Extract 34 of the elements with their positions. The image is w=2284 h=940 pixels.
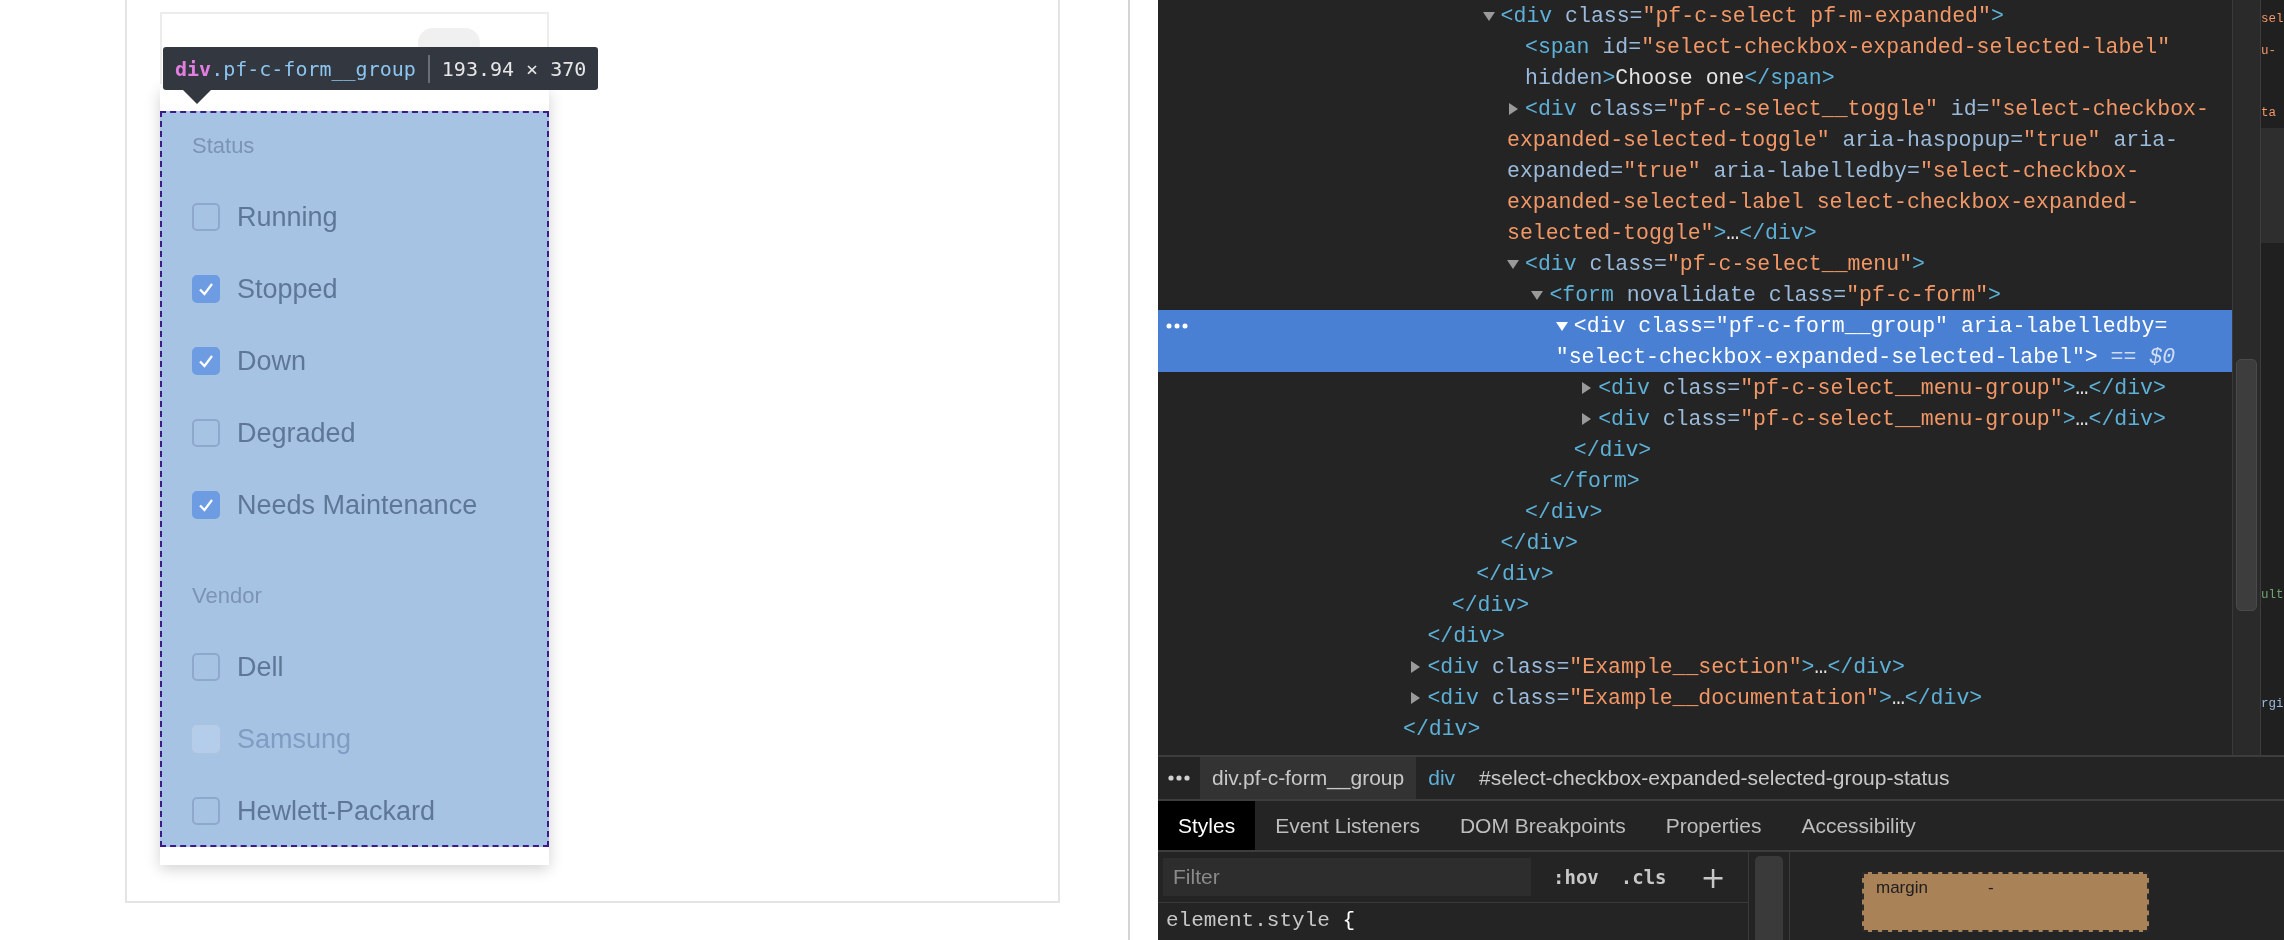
code-text: </div> — [1500, 530, 1578, 555]
code-text: ta — [2261, 105, 2277, 122]
code-text: expanded-selected-label select-checkbox-expanded- — [1507, 189, 2140, 214]
code-text: <div class="Example__section">…</div> — [1427, 654, 1905, 679]
code-text: <div class="pf-c-select__menu"> — [1525, 251, 1925, 276]
code-text: </div> — [1525, 499, 1603, 524]
code-text: <div class="pf-c-select pf-m-expanded"> — [1500, 3, 2004, 28]
code-text: </div> — [1427, 623, 1505, 648]
style-rule: element.style { — [1165, 908, 1357, 932]
code-text: <div class="Example__documentation">…</div> — [1427, 685, 1983, 710]
code-text: <div class="pf-c-form__group" aria-labelledby= — [1573, 313, 2168, 338]
code-text: <div class="pf-c-select__menu-group">…</div> — [1598, 406, 2166, 431]
code-text: hidden>Choose one</span> — [1525, 65, 1835, 90]
code-text: </div> — [1451, 592, 1530, 617]
code-text: <form novalidate class="pf-c-form"> — [1549, 282, 2001, 307]
code-text: ult — [2261, 587, 2284, 604]
code-text: <div class="pf-c-select__toggle" id="select-checkbox- — [1525, 96, 2209, 121]
element-selector: div.pf-c-form__group — [175, 56, 416, 81]
code-text: sel — [2261, 11, 2284, 28]
code-text: expanded="true" aria-labelledby="select-checkbox- — [1507, 158, 2140, 183]
code-text: "select-checkbox-expanded-selected-label"> == $0 — [1555, 344, 2176, 369]
code-text: </div> — [1573, 437, 1652, 462]
code-text: rgi — [2261, 696, 2284, 713]
code-text: <div class="pf-c-select__menu-group">…</div> — [1598, 375, 2166, 400]
box-model-label: margin — [1876, 878, 1928, 898]
code-text: selected-toggle">…</div> — [1507, 220, 1817, 245]
element-size: 193.94 × 370 — [441, 56, 587, 81]
code-text: </div> — [1476, 561, 1554, 586]
code-text: expanded-selected-toggle" aria-haspopup="true" aria- — [1507, 127, 2178, 152]
box-model-value: - — [1987, 878, 1994, 898]
code-text: <span id="select-checkbox-expanded-selected-label" — [1525, 34, 2171, 59]
code-text: u- — [2261, 43, 2277, 60]
code-text: </div> — [1403, 716, 1481, 741]
code-text: </form> — [1549, 468, 1640, 493]
